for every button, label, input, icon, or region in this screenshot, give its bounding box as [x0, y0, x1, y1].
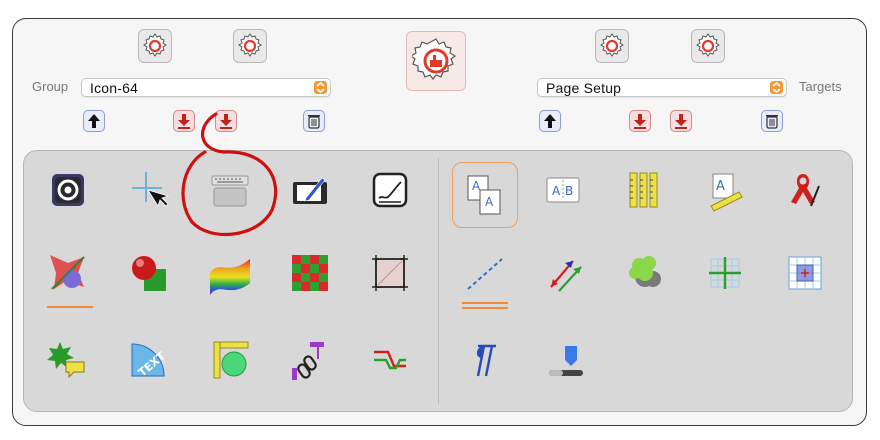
- selected-underline: [462, 302, 508, 304]
- group-value: Icon-64: [90, 80, 139, 96]
- gear-refresh-icon[interactable]: [138, 29, 172, 63]
- drawing-tablet-icon[interactable]: [282, 162, 338, 218]
- gear-refresh-icon[interactable]: [595, 29, 629, 63]
- upload-button[interactable]: [83, 110, 105, 132]
- svg-text:A: A: [485, 195, 494, 209]
- text-ruler-icon[interactable]: A: [697, 162, 753, 218]
- green-grid-icon[interactable]: [697, 245, 753, 301]
- upload-button[interactable]: [539, 110, 561, 132]
- pen-nib-stand-icon[interactable]: [537, 332, 593, 388]
- cloud-shape-icon[interactable]: [617, 245, 673, 301]
- double-arrow-icon[interactable]: [537, 245, 593, 301]
- speech-star-icon[interactable]: [40, 332, 96, 388]
- crosshair-cursor-icon[interactable]: [120, 162, 176, 218]
- ab-columns-icon[interactable]: AB: [535, 162, 591, 218]
- chevron-updown-icon[interactable]: [314, 81, 327, 94]
- crop-frame-icon[interactable]: [362, 245, 418, 301]
- checkerboard-icon[interactable]: [282, 245, 338, 301]
- trash-button[interactable]: [303, 110, 325, 132]
- paragraph-icon[interactable]: [456, 332, 512, 388]
- selected-underline: [462, 307, 508, 309]
- group-label: Group: [32, 79, 69, 94]
- gear-refresh-icon[interactable]: [691, 29, 725, 63]
- polygon-shape-icon[interactable]: [40, 245, 96, 301]
- blue-grid-icon[interactable]: [777, 245, 833, 301]
- targets-combo[interactable]: Page Setup: [537, 78, 787, 97]
- yellow-rulers-icon[interactable]: [615, 162, 671, 218]
- text-protractor-icon[interactable]: TEXT: [120, 332, 176, 388]
- ruler-circle-icon[interactable]: [202, 332, 258, 388]
- step-path-icon[interactable]: [362, 332, 418, 388]
- palette-divider: [438, 158, 439, 404]
- signature-pad-icon[interactable]: [362, 162, 418, 218]
- ribbon-awareness-icon[interactable]: [777, 162, 833, 218]
- page-layout-icon[interactable]: AA: [452, 162, 518, 228]
- circle-lens-icon[interactable]: [40, 162, 96, 218]
- svg-text:B: B: [565, 184, 573, 198]
- rainbow-ribbon-icon[interactable]: [202, 245, 258, 301]
- keyboard-trackpad-icon[interactable]: [202, 162, 258, 218]
- sphere-cube-icon[interactable]: [120, 245, 176, 301]
- dashed-line-icon[interactable]: [456, 245, 512, 301]
- download-button[interactable]: [629, 110, 651, 132]
- selected-underline: [47, 306, 93, 308]
- chain-link-icon[interactable]: [282, 332, 338, 388]
- download-button[interactable]: [670, 110, 692, 132]
- chevron-updown-icon[interactable]: [770, 81, 783, 94]
- targets-label: Targets: [799, 79, 842, 94]
- group-combo[interactable]: Icon-64: [81, 78, 331, 97]
- svg-text:A: A: [716, 179, 725, 194]
- gear-refresh-icon[interactable]: [233, 29, 267, 63]
- download-button[interactable]: [173, 110, 195, 132]
- gear-factory-icon[interactable]: [406, 31, 466, 91]
- svg-text:A: A: [552, 184, 561, 198]
- targets-value: Page Setup: [546, 80, 622, 96]
- download-button[interactable]: [215, 110, 237, 132]
- trash-button[interactable]: [761, 110, 783, 132]
